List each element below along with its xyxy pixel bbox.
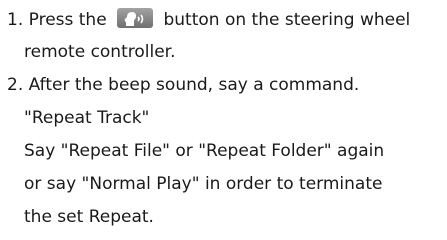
note-line-3: the set Repeat. <box>24 207 154 227</box>
step-1-text-after: button on the steering wheel <box>163 10 411 30</box>
note-line-2: or say "Normal Play" in order to termina… <box>24 174 383 194</box>
voice-command-icon <box>117 8 154 28</box>
note-line-1: Say "Repeat File" or "Repeat Folder" aga… <box>24 141 385 161</box>
step-1-text-before: 1. Press the <box>7 10 107 30</box>
step-1-continuation: remote controller. <box>24 42 176 62</box>
step-1-line: 1. Press the button on the steering whee… <box>7 8 410 32</box>
step-2-line: 2. After the beep sound, say a command. <box>7 75 360 95</box>
command-text: "Repeat Track" <box>24 108 150 128</box>
